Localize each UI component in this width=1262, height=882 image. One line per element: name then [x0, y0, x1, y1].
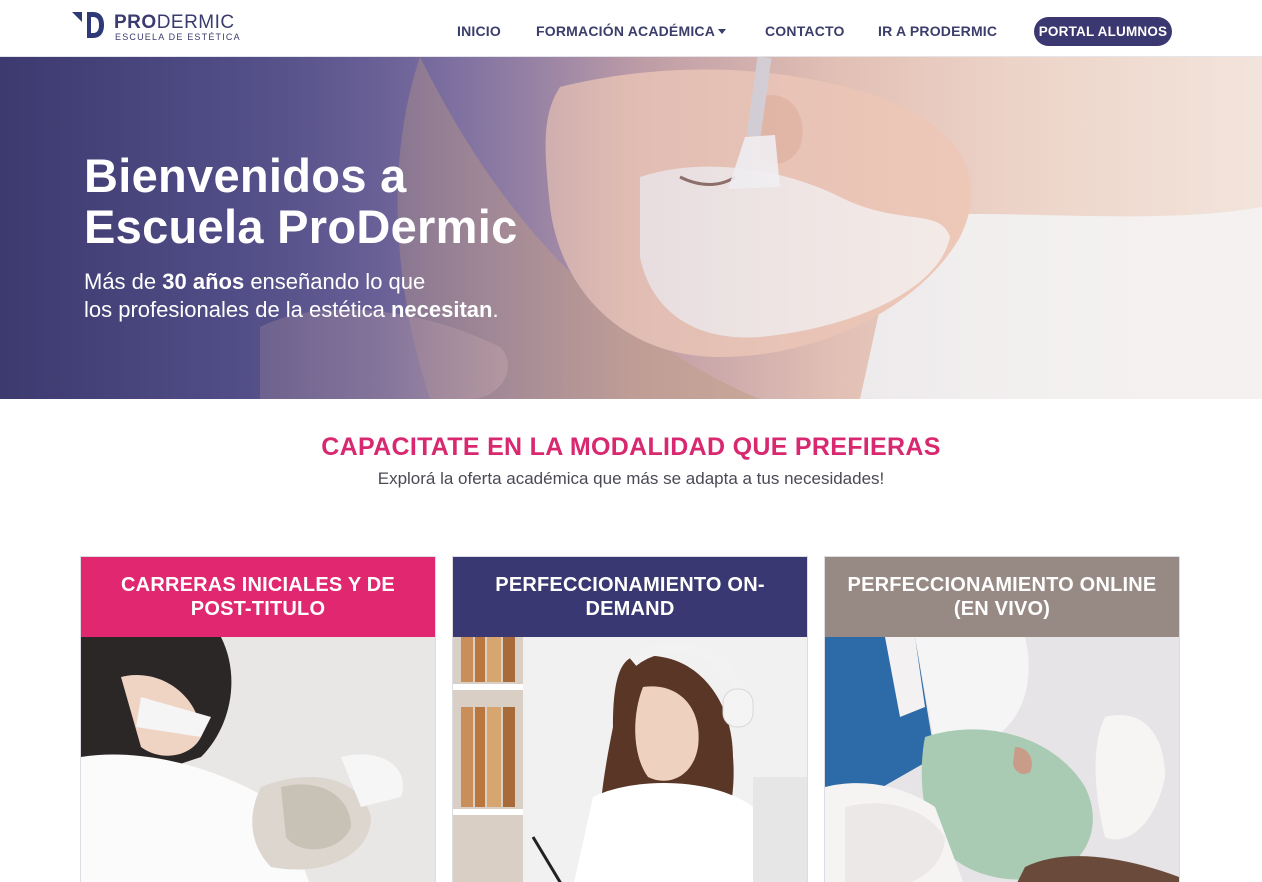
card-title: PERFECCIONAMIENTO ON-DEMAND	[453, 557, 807, 637]
logo-tagline: ESCUELA DE ESTÉTICA	[115, 32, 241, 42]
site-header: PRODERMIC ESCUELA DE ESTÉTICA INICIO FOR…	[0, 0, 1262, 57]
card-perfeccionamiento-online[interactable]: PERFECCIONAMIENTO ONLINE (EN VIVO)	[824, 556, 1180, 882]
card-aesthetician-photo	[81, 637, 435, 882]
card-title: PERFECCIONAMIENTO ONLINE (EN VIVO)	[825, 557, 1179, 637]
card-student-headphones-photo	[453, 637, 807, 882]
card-perfeccionamiento-on-demand[interactable]: PERFECCIONAMIENTO ON-DEMAND	[452, 556, 808, 882]
nav-contacto[interactable]: CONTACTO	[765, 23, 845, 39]
card-title: CARRERAS INICIALES Y DE POST-TITULO	[81, 557, 435, 637]
logo-mark-icon	[72, 12, 104, 38]
hero-banner: Bienvenidos a Escuela ProDermic Más de 3…	[0, 57, 1262, 399]
hero-subtitle-line2: los profesionales de la estética necesit…	[84, 297, 499, 322]
nav-formacion-academica[interactable]: FORMACIÓN ACADÉMICA	[536, 23, 727, 39]
section-title: CAPACITATE EN LA MODALIDAD QUE PREFIERAS	[321, 433, 941, 461]
hero-subtitle: Más de 30 años enseñando lo que los prof…	[84, 268, 499, 324]
hero-title: Bienvenidos a Escuela ProDermic	[84, 150, 518, 252]
card-carreras-iniciales[interactable]: CARRERAS INICIALES Y DE POST-TITULO	[80, 556, 436, 882]
nav-inicio[interactable]: INICIO	[457, 23, 501, 39]
chevron-down-icon	[718, 28, 727, 34]
section-subtitle: Explorá la oferta académica que más se a…	[377, 469, 885, 488]
prodermic-logo[interactable]: PRODERMIC ESCUELA DE ESTÉTICA	[72, 10, 242, 44]
logo-brand: PRODERMIC	[114, 12, 235, 33]
nav-ir-a-prodermic[interactable]: IR A PRODERMIC	[878, 23, 997, 39]
card-facial-mask-photo	[825, 637, 1179, 882]
hero-title-line1: Bienvenidos a	[84, 149, 407, 202]
hero-subtitle-line1: Más de 30 años enseñando lo que	[84, 269, 426, 294]
nav-formacion-label: FORMACIÓN ACADÉMICA	[536, 23, 716, 39]
portal-alumnos-button[interactable]: PORTAL ALUMNOS	[1034, 17, 1172, 46]
hero-title-line2: Escuela ProDermic	[84, 200, 518, 253]
